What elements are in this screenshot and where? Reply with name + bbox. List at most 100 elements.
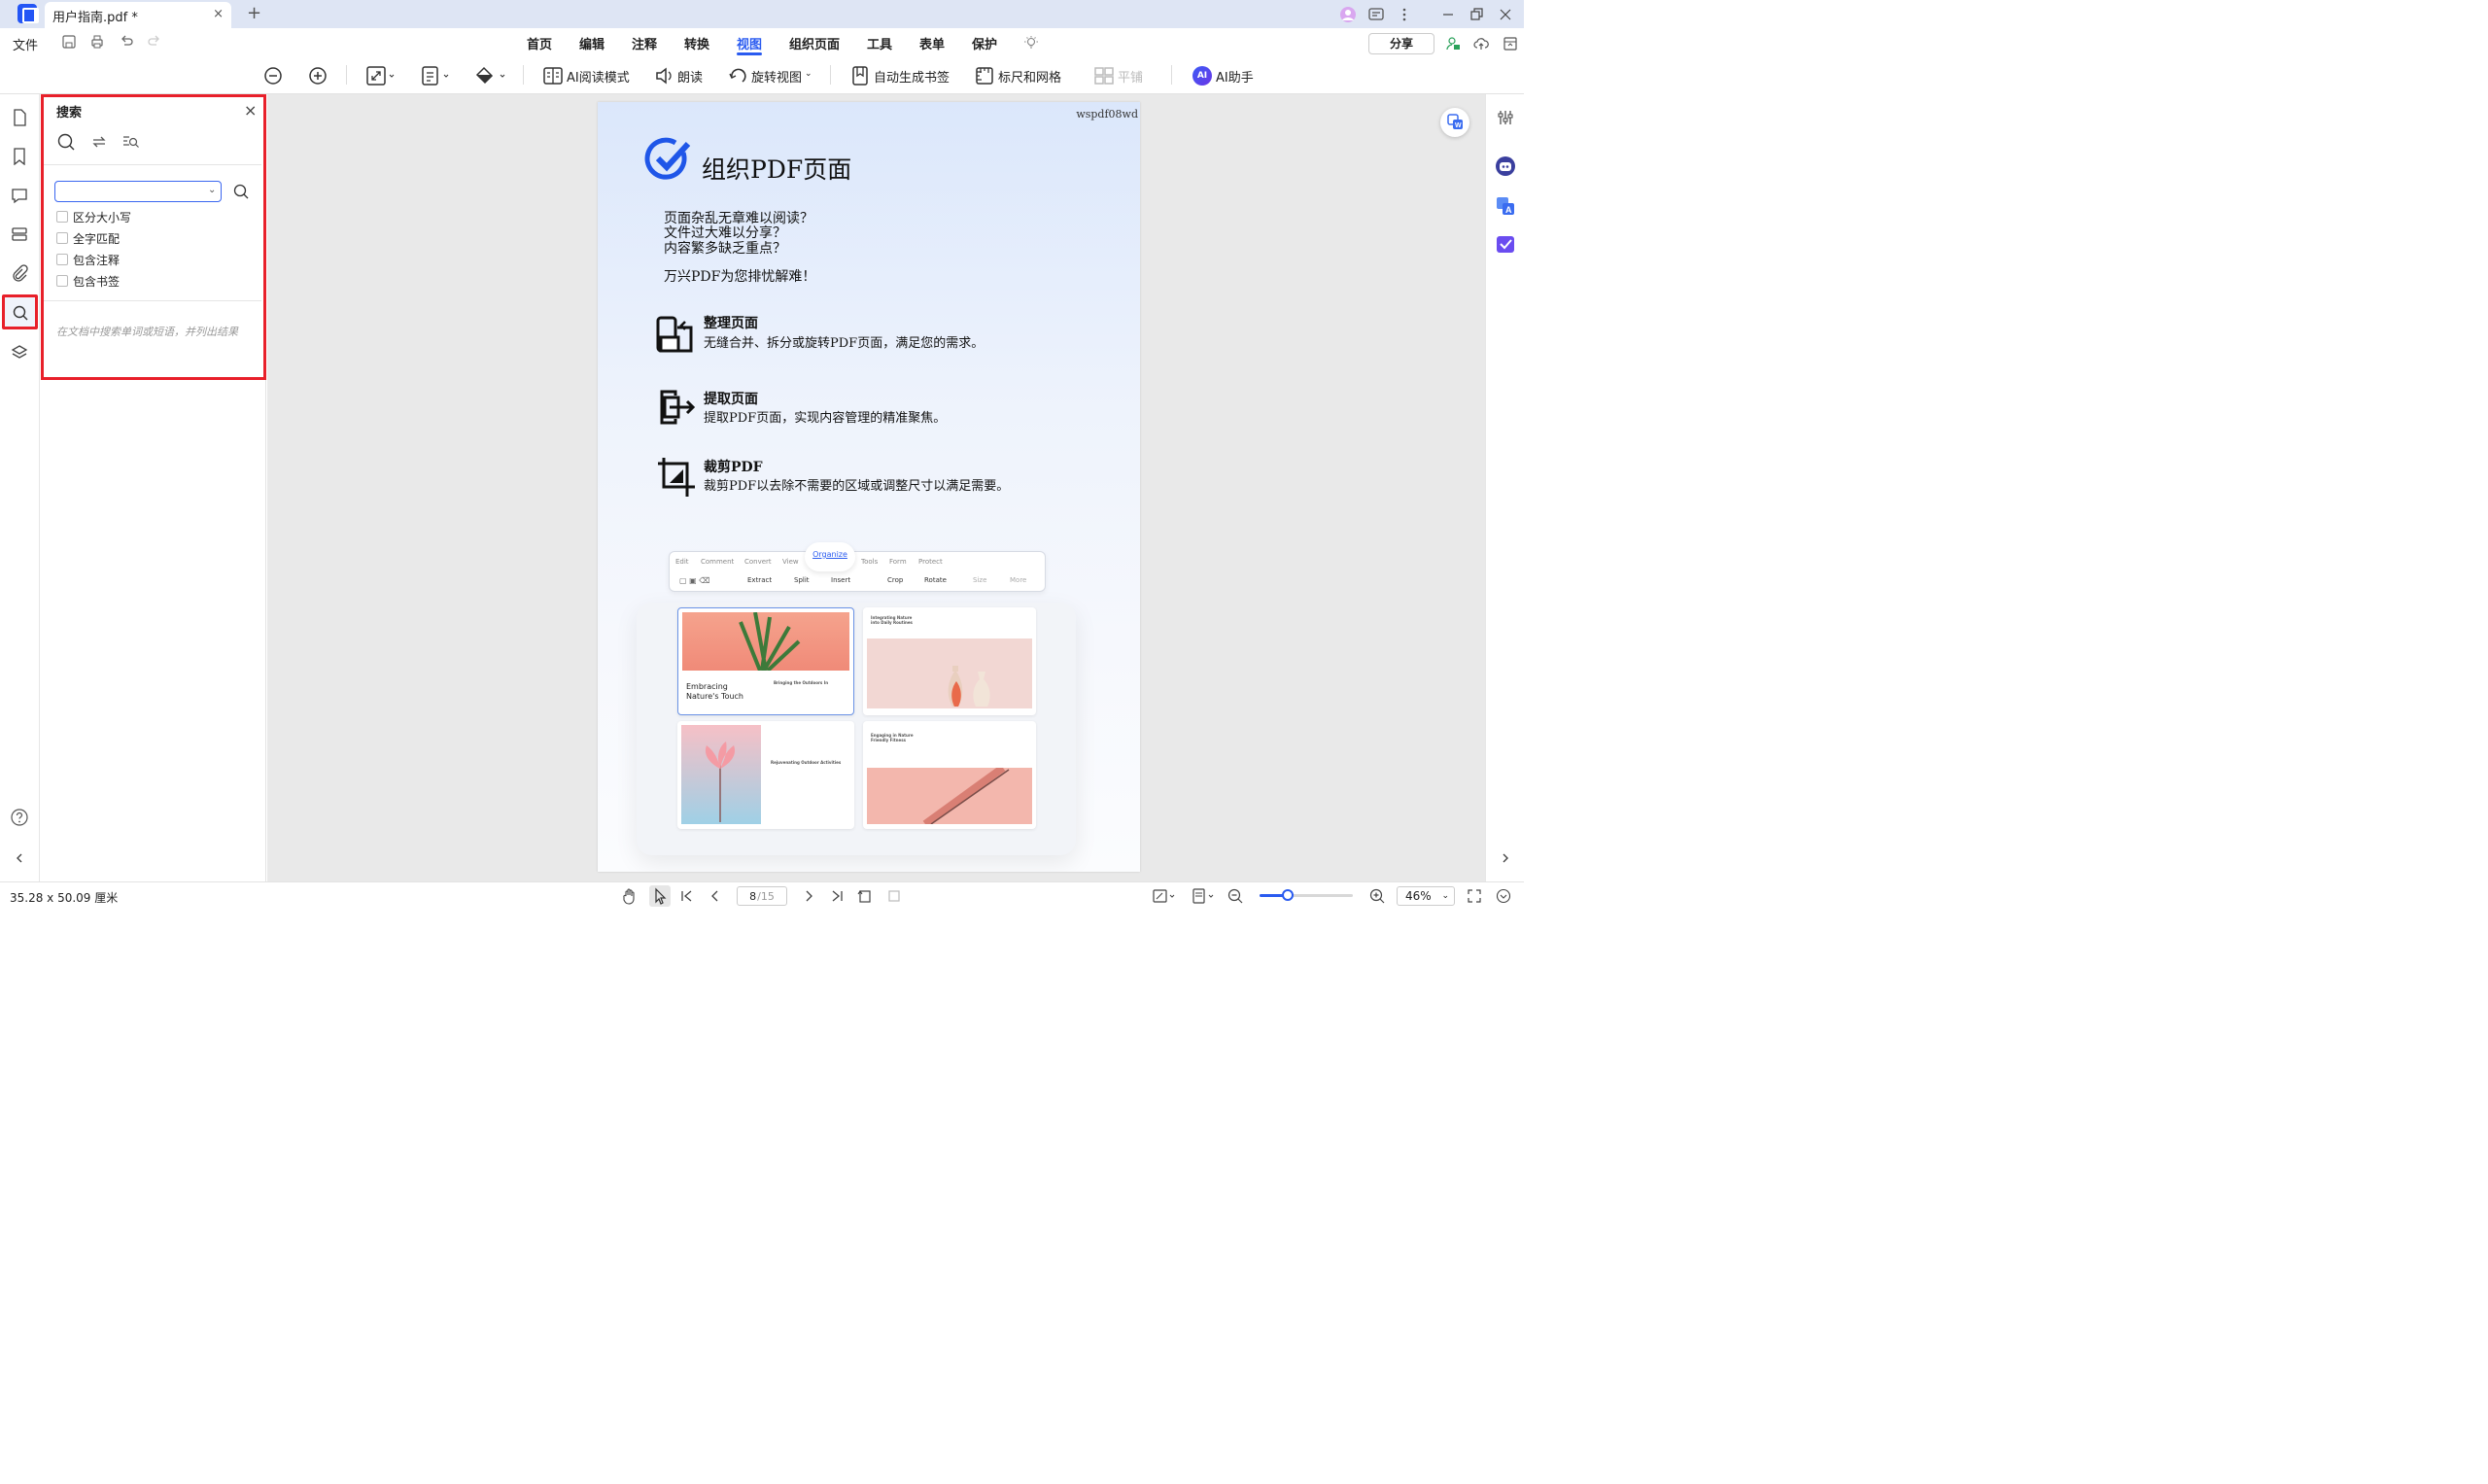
tab-organize[interactable]: 组织页面 bbox=[789, 34, 840, 52]
zoom-in-button[interactable] bbox=[308, 64, 328, 87]
bookmark-panel-icon[interactable] bbox=[11, 148, 28, 165]
advanced-search-icon[interactable] bbox=[122, 133, 140, 151]
task-check-icon[interactable] bbox=[1495, 233, 1516, 255]
tab-protect[interactable]: 保护 bbox=[972, 34, 997, 52]
fit-view-icon[interactable] bbox=[1153, 888, 1178, 904]
include-comments-checkbox[interactable] bbox=[56, 254, 68, 265]
rotate-page-icon[interactable] bbox=[857, 888, 873, 904]
feature-desc: 提取PDF页面，实现内容管理的精准聚焦。 bbox=[704, 411, 947, 426]
page-display-button[interactable] bbox=[421, 64, 450, 87]
fit-page-button[interactable] bbox=[366, 64, 396, 87]
tab-view[interactable]: 视图 bbox=[737, 34, 762, 52]
tab-close-icon[interactable]: × bbox=[213, 7, 224, 21]
share-button[interactable]: 分享 bbox=[1368, 33, 1434, 54]
ai-assistant-icon: AI bbox=[1192, 66, 1212, 86]
tab-form[interactable]: 表单 bbox=[919, 34, 945, 52]
collapse-left-icon[interactable] bbox=[11, 849, 28, 867]
include-comments-option[interactable]: 包含注释 bbox=[56, 252, 120, 267]
attachment-icon[interactable] bbox=[11, 264, 28, 282]
cloud-upload-icon[interactable] bbox=[1473, 36, 1489, 52]
panel-close-icon[interactable]: × bbox=[244, 101, 257, 120]
ai-robot-icon[interactable] bbox=[1495, 155, 1516, 177]
tab-home[interactable]: 首页 bbox=[527, 34, 552, 52]
collapse-ribbon-icon[interactable] bbox=[1503, 36, 1518, 52]
search-mode-icon[interactable] bbox=[56, 132, 76, 152]
page-thumbnail-icon[interactable] bbox=[11, 109, 28, 126]
zoom-level-select[interactable]: 46% ⌄ bbox=[1397, 886, 1455, 906]
prev-page-icon[interactable] bbox=[708, 888, 723, 904]
search-submit-icon[interactable] bbox=[232, 183, 250, 200]
read-aloud-button[interactable]: 朗读 bbox=[654, 64, 703, 87]
ai-assistant-button[interactable]: AI AI助手 bbox=[1192, 64, 1254, 87]
whole-word-option[interactable]: 全字匹配 bbox=[56, 230, 120, 246]
zoom-slider-thumb[interactable] bbox=[1281, 889, 1294, 901]
zoom-in-status-icon[interactable] bbox=[1369, 888, 1385, 904]
zoom-out-button[interactable] bbox=[263, 64, 283, 87]
fields-panel-icon[interactable] bbox=[11, 225, 28, 243]
user-share-icon[interactable] bbox=[1445, 36, 1461, 52]
match-case-checkbox[interactable] bbox=[56, 211, 68, 223]
page-number-field[interactable]: 8 /15 bbox=[737, 886, 787, 906]
tab-convert[interactable]: 转换 bbox=[684, 34, 709, 52]
ruler-grid-label: 标尺和网格 bbox=[998, 70, 1062, 86]
feature-title: 整理页面 bbox=[704, 316, 758, 331]
document-tab[interactable]: 用户指南.pdf * × bbox=[45, 2, 231, 28]
document-canvas[interactable]: wspdf08wd 组织PDF页面 页面杂乱无章难以阅读？ 文件过大难以分享？ … bbox=[267, 94, 1485, 881]
search-input[interactable] bbox=[54, 181, 222, 202]
rotate-view-label: 旋转视图 bbox=[751, 70, 803, 86]
layers-icon[interactable] bbox=[11, 344, 28, 362]
app-logo-icon[interactable] bbox=[17, 4, 39, 23]
new-tab-button[interactable]: + bbox=[247, 3, 261, 23]
ruler-grid-button[interactable]: 标尺和网格 bbox=[975, 64, 1061, 87]
chevron-down-icon: ⌄ bbox=[805, 69, 812, 79]
search-mode-row bbox=[44, 130, 261, 165]
page-layout-icon[interactable] bbox=[1192, 888, 1217, 904]
background-color-button[interactable] bbox=[474, 64, 507, 87]
include-bookmarks-checkbox[interactable] bbox=[56, 275, 68, 287]
feedback-icon[interactable] bbox=[1367, 6, 1385, 23]
replace-icon[interactable] bbox=[90, 133, 108, 151]
search-panel-toggle[interactable] bbox=[2, 294, 38, 329]
select-tool-button[interactable] bbox=[649, 885, 671, 907]
minimize-icon[interactable] bbox=[1439, 6, 1457, 23]
right-sidebar-rail: A bbox=[1485, 94, 1524, 881]
properties-icon[interactable] bbox=[1497, 109, 1514, 126]
ai-read-mode-button[interactable]: AI阅读模式 bbox=[543, 64, 630, 87]
print-icon[interactable] bbox=[89, 34, 105, 50]
user-avatar[interactable] bbox=[1339, 6, 1357, 23]
ribbon-divider bbox=[346, 65, 347, 85]
next-page-icon[interactable] bbox=[801, 888, 816, 904]
close-window-icon[interactable] bbox=[1497, 6, 1514, 23]
chevron-down-icon[interactable]: ⌄ bbox=[208, 185, 216, 195]
expand-right-icon[interactable] bbox=[1497, 849, 1514, 867]
expand-status-icon[interactable] bbox=[1496, 888, 1511, 904]
translate-icon[interactable]: A bbox=[1495, 195, 1516, 217]
tab-tools[interactable]: 工具 bbox=[867, 34, 892, 52]
hand-tool-icon[interactable] bbox=[622, 887, 638, 905]
undo-icon[interactable] bbox=[119, 34, 134, 50]
svg-text:A: A bbox=[1505, 205, 1512, 215]
tab-edit[interactable]: 编辑 bbox=[579, 34, 605, 52]
tab-comment[interactable]: 注释 bbox=[632, 34, 657, 52]
restore-icon[interactable] bbox=[1468, 6, 1485, 23]
include-bookmarks-label: 包含书签 bbox=[73, 274, 121, 289]
auto-bookmark-button[interactable]: 自动生成书签 bbox=[850, 64, 950, 87]
first-page-icon[interactable] bbox=[679, 888, 695, 904]
more-options-icon[interactable] bbox=[1396, 6, 1413, 23]
zoom-out-status-icon[interactable] bbox=[1227, 888, 1243, 904]
comment-panel-icon[interactable] bbox=[11, 187, 28, 204]
document-tab-label: 用户指南.pdf * bbox=[52, 11, 138, 25]
svg-text:W: W bbox=[1455, 122, 1462, 129]
help-icon[interactable] bbox=[11, 809, 28, 826]
include-bookmarks-option[interactable]: 包含书签 bbox=[56, 273, 120, 289]
rotate-view-button[interactable]: 旋转视图 ⌄ bbox=[728, 64, 812, 87]
fullscreen-icon[interactable] bbox=[1467, 888, 1482, 904]
file-menu[interactable]: 文件 bbox=[13, 35, 38, 53]
save-icon[interactable] bbox=[61, 34, 77, 50]
translate-floating-button[interactable]: W bbox=[1440, 108, 1469, 137]
lightbulb-icon[interactable] bbox=[1023, 35, 1039, 51]
whole-word-checkbox[interactable] bbox=[56, 232, 68, 244]
last-page-icon[interactable] bbox=[829, 888, 845, 904]
match-case-option[interactable]: 区分大小写 bbox=[56, 209, 131, 224]
rotate-icon bbox=[729, 68, 746, 83]
